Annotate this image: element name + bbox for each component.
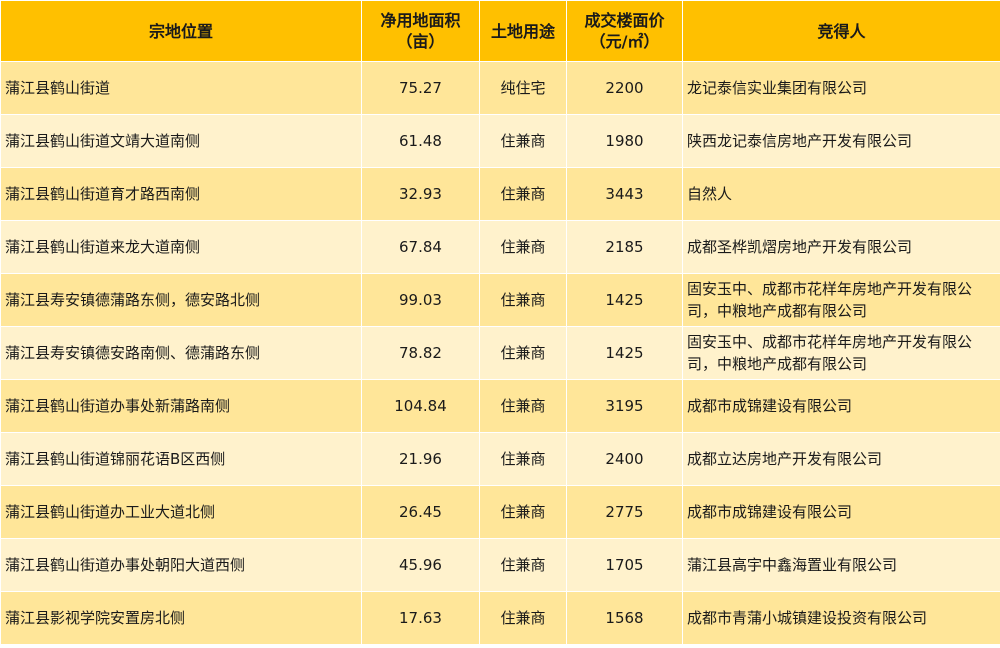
land-transaction-table: 宗地位置 净用地面积 （亩） 土地用途 成交楼面价 （元/㎡） 竞得人 蒲江县鹤…: [0, 0, 1000, 645]
cell-use: 住兼商: [479, 273, 567, 327]
header-area-line2: （亩）: [396, 32, 445, 51]
cell-area: 99.03: [361, 273, 480, 327]
header-area-line1: 净用地面积: [380, 11, 461, 30]
header-location: 宗地位置: [0, 0, 362, 62]
cell-winner: 成都市青蒲小城镇建设投资有限公司: [682, 591, 1000, 645]
cell-price: 1425: [566, 326, 683, 380]
header-price: 成交楼面价 （元/㎡）: [566, 0, 683, 62]
cell-area: 32.93: [361, 167, 480, 221]
table-header-row: 宗地位置 净用地面积 （亩） 土地用途 成交楼面价 （元/㎡） 竞得人: [0, 0, 1000, 62]
cell-location: 蒲江县鹤山街道办工业大道北侧: [0, 485, 362, 539]
cell-use: 住兼商: [479, 167, 567, 221]
cell-price: 2185: [566, 220, 683, 274]
cell-price: 1568: [566, 591, 683, 645]
cell-price: 2775: [566, 485, 683, 539]
header-use: 土地用途: [479, 0, 567, 62]
cell-area: 61.48: [361, 114, 480, 168]
cell-use: 住兼商: [479, 220, 567, 274]
cell-use: 住兼商: [479, 591, 567, 645]
table-row: 蒲江县鹤山街道锦丽花语B区西侧 21.96 住兼商 2400 成都立达房地产开发有限公司: [0, 432, 1000, 486]
table-row: 蒲江县鹤山街道来龙大道南侧 67.84 住兼商 2185 成都圣桦凯熠房地产开发有限公司: [0, 220, 1000, 274]
cell-location: 蒲江县鹤山街道办事处朝阳大道西侧: [0, 538, 362, 592]
cell-area: 67.84: [361, 220, 480, 274]
table-body: 蒲江县鹤山街道 75.27 纯住宅 2200 龙记泰信实业集团有限公司 蒲江县鹤山街道文靖…: [0, 61, 1000, 645]
cell-winner: 龙记泰信实业集团有限公司: [682, 61, 1000, 115]
cell-use: 住兼商: [479, 485, 567, 539]
cell-price: 3195: [566, 379, 683, 433]
cell-use: 纯住宅: [479, 61, 567, 115]
cell-winner: 成都市成锦建设有限公司: [682, 379, 1000, 433]
table-row: 蒲江县寿安镇德蒲路东侧，德安路北侧 99.03 住兼商 1425 固安玉中、成都市花样年…: [0, 273, 1000, 327]
cell-use: 住兼商: [479, 114, 567, 168]
cell-location: 蒲江县鹤山街道育才路西南侧: [0, 167, 362, 221]
cell-price: 1980: [566, 114, 683, 168]
cell-use: 住兼商: [479, 538, 567, 592]
cell-area: 104.84: [361, 379, 480, 433]
cell-use: 住兼商: [479, 326, 567, 380]
cell-price: 2200: [566, 61, 683, 115]
table-row: 蒲江县鹤山街道办事处朝阳大道西侧 45.96 住兼商 1705 蒲江县高宇中鑫海置业有限…: [0, 538, 1000, 592]
table-row: 蒲江县鹤山街道办事处新蒲路南侧 104.84 住兼商 3195 成都市成锦建设有限公司: [0, 379, 1000, 433]
cell-winner: 成都立达房地产开发有限公司: [682, 432, 1000, 486]
cell-price: 1425: [566, 273, 683, 327]
table-row: 蒲江县寿安镇德安路南侧、德蒲路东侧 78.82 住兼商 1425 固安玉中、成都市花样年…: [0, 326, 1000, 380]
cell-location: 蒲江县鹤山街道锦丽花语B区西侧: [0, 432, 362, 486]
cell-use: 住兼商: [479, 432, 567, 486]
cell-area: 45.96: [361, 538, 480, 592]
cell-location: 蒲江县寿安镇德安路南侧、德蒲路东侧: [0, 326, 362, 380]
table-row: 蒲江县鹤山街道 75.27 纯住宅 2200 龙记泰信实业集团有限公司: [0, 61, 1000, 115]
cell-price: 3443: [566, 167, 683, 221]
cell-winner: 蒲江县高宇中鑫海置业有限公司: [682, 538, 1000, 592]
cell-area: 75.27: [361, 61, 480, 115]
header-price-line2: （元/㎡）: [589, 32, 660, 51]
header-area: 净用地面积 （亩）: [361, 0, 480, 62]
cell-winner: 固安玉中、成都市花样年房地产开发有限公司，中粮地产成都有限公司: [682, 326, 1000, 380]
cell-winner: 成都圣桦凯熠房地产开发有限公司: [682, 220, 1000, 274]
header-winner: 竞得人: [682, 0, 1000, 62]
cell-winner: 固安玉中、成都市花样年房地产开发有限公司，中粮地产成都有限公司: [682, 273, 1000, 327]
table-row: 蒲江县鹤山街道育才路西南侧 32.93 住兼商 3443 自然人: [0, 167, 1000, 221]
cell-price: 2400: [566, 432, 683, 486]
cell-winner: 自然人: [682, 167, 1000, 221]
cell-price: 1705: [566, 538, 683, 592]
table-row: 蒲江县鹤山街道办工业大道北侧 26.45 住兼商 2775 成都市成锦建设有限公司: [0, 485, 1000, 539]
cell-winner: 成都市成锦建设有限公司: [682, 485, 1000, 539]
cell-location: 蒲江县鹤山街道办事处新蒲路南侧: [0, 379, 362, 433]
table-row: 蒲江县鹤山街道文靖大道南侧 61.48 住兼商 1980 陕西龙记泰信房地产开发有限公司: [0, 114, 1000, 168]
cell-area: 17.63: [361, 591, 480, 645]
cell-area: 26.45: [361, 485, 480, 539]
cell-location: 蒲江县鹤山街道: [0, 61, 362, 115]
cell-location: 蒲江县影视学院安置房北侧: [0, 591, 362, 645]
table-row: 蒲江县影视学院安置房北侧 17.63 住兼商 1568 成都市青蒲小城镇建设投资有限公司: [0, 591, 1000, 645]
cell-location: 蒲江县鹤山街道来龙大道南侧: [0, 220, 362, 274]
header-price-line1: 成交楼面价: [584, 11, 665, 30]
cell-winner: 陕西龙记泰信房地产开发有限公司: [682, 114, 1000, 168]
cell-area: 78.82: [361, 326, 480, 380]
cell-location: 蒲江县鹤山街道文靖大道南侧: [0, 114, 362, 168]
cell-use: 住兼商: [479, 379, 567, 433]
cell-location: 蒲江县寿安镇德蒲路东侧，德安路北侧: [0, 273, 362, 327]
cell-area: 21.96: [361, 432, 480, 486]
